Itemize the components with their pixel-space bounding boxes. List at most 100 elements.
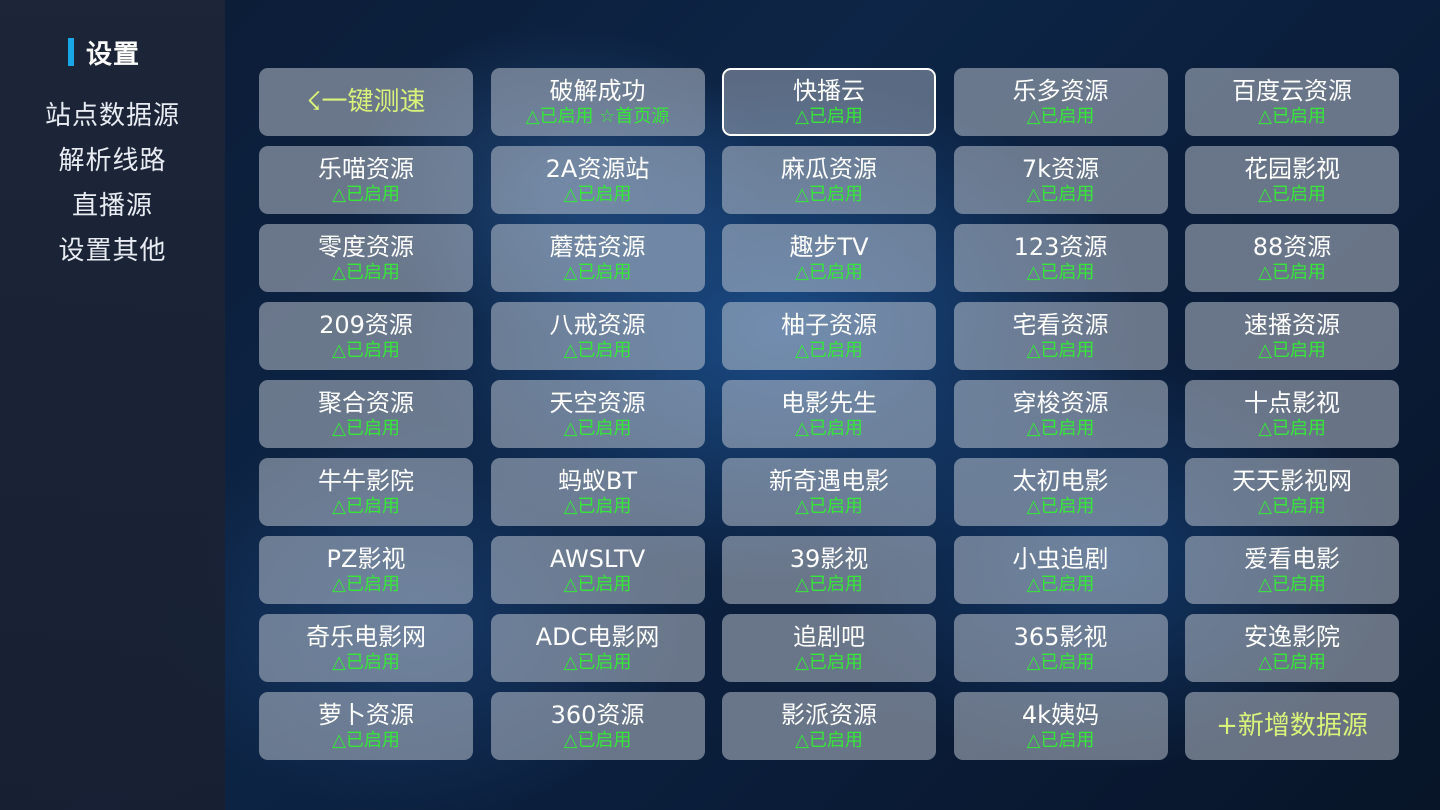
source-name: 乐多资源 — [1012, 77, 1109, 105]
source-tile[interactable]: 电影先生 △已启用 — [722, 380, 936, 448]
source-tile[interactable]: ADC电影网 △已启用 — [490, 614, 705, 682]
source-tile[interactable]: 穿梭资源 △已启用 — [953, 380, 1168, 448]
source-tile[interactable]: 爱看电影 △已启用 — [1185, 536, 1399, 604]
source-name: 乐喵资源 — [318, 155, 414, 183]
source-tile[interactable]: 速播资源 △已启用 — [1185, 302, 1399, 370]
source-tile[interactable]: 天天影视网 △已启用 — [1185, 458, 1399, 526]
source-name: 360资源 — [550, 701, 645, 729]
add-source-button[interactable]: +新增数据源 — [1185, 692, 1399, 760]
source-tile[interactable]: 365影视 △已启用 — [953, 614, 1168, 682]
sidebar: 设置 站点数据源 解析线路 直播源 设置其他 — [0, 0, 225, 810]
sidebar-item-live-sources[interactable]: 直播源 — [0, 184, 225, 229]
source-tile[interactable]: AWSLTV △已启用 — [490, 536, 705, 604]
source-status: △已启用 — [332, 184, 400, 205]
source-name: 八戒资源 — [549, 311, 646, 339]
source-status: △已启用 — [1258, 106, 1326, 127]
source-tile[interactable]: 2A资源站 △已启用 — [490, 146, 705, 214]
source-tile[interactable]: 小虫追剧 △已启用 — [953, 536, 1168, 604]
source-status: △已启用 — [332, 262, 400, 283]
source-name: 2A资源站 — [545, 155, 650, 183]
source-tile[interactable]: 十点影视 △已启用 — [1185, 380, 1399, 448]
source-status: △已启用 — [1026, 652, 1095, 673]
source-status: △已启用 — [332, 340, 400, 361]
speed-test-button[interactable]: ☇一键测速 — [259, 68, 473, 136]
source-tile[interactable]: 零度资源 △已启用 — [259, 224, 473, 292]
source-status: △已启用 — [1258, 574, 1326, 595]
source-tile[interactable]: 花园影视 △已启用 — [1185, 146, 1399, 214]
source-tile[interactable]: 萝卜资源 △已启用 — [259, 692, 473, 760]
source-status: △已启用 — [563, 652, 632, 673]
sidebar-item-parse-lines[interactable]: 解析线路 — [0, 139, 225, 184]
source-status: △已启用 — [1026, 574, 1095, 595]
source-name: 萝卜资源 — [318, 701, 414, 729]
source-status: △已启用 — [795, 496, 863, 517]
sidebar-item-other-settings[interactable]: 设置其他 — [0, 229, 225, 274]
source-status: △已启用 — [563, 262, 632, 283]
source-status: △已启用 — [795, 574, 863, 595]
settings-title: 设置 — [68, 36, 140, 70]
source-tile-focused[interactable]: 快播云 △已启用 — [722, 68, 936, 136]
source-tile[interactable]: 追剧吧 △已启用 — [722, 614, 936, 682]
source-name: 太初电影 — [1012, 467, 1109, 495]
source-name: 宅看资源 — [1012, 311, 1109, 339]
source-tile[interactable]: 百度云资源 △已启用 — [1185, 68, 1399, 136]
source-name: 爱看电影 — [1244, 545, 1340, 573]
source-name: 零度资源 — [318, 233, 414, 261]
source-tile[interactable]: 蘑菇资源 △已启用 — [490, 224, 705, 292]
source-name: 4k姨妈 — [1021, 701, 1100, 729]
source-tile[interactable]: 4k姨妈 △已启用 — [953, 692, 1168, 760]
source-tile[interactable]: 123资源 △已启用 — [953, 224, 1168, 292]
source-status: △已启用 — [795, 418, 863, 439]
source-tile[interactable]: 乐喵资源 △已启用 — [259, 146, 473, 214]
speed-test-label: ☇一键测速 — [306, 87, 426, 117]
source-tile[interactable]: 7k资源 △已启用 — [953, 146, 1168, 214]
source-name: 小虫追剧 — [1012, 545, 1109, 573]
source-tile[interactable]: 八戒资源 △已启用 — [490, 302, 705, 370]
sidebar-item-site-sources[interactable]: 站点数据源 — [0, 94, 225, 139]
source-tile[interactable]: PZ影视 △已启用 — [259, 536, 473, 604]
source-status: △已启用 — [563, 418, 632, 439]
source-tile[interactable]: 影派资源 △已启用 — [722, 692, 936, 760]
source-status: △已启用 — [795, 340, 863, 361]
source-name: 破解成功 — [549, 77, 646, 105]
add-source-label: +新增数据源 — [1216, 711, 1368, 741]
source-tile[interactable]: 麻瓜资源 △已启用 — [722, 146, 936, 214]
source-name: 123资源 — [1013, 233, 1108, 261]
source-status: △已启用 — [1026, 262, 1095, 283]
source-tile[interactable]: 天空资源 △已启用 — [490, 380, 705, 448]
source-tile[interactable]: 太初电影 △已启用 — [953, 458, 1168, 526]
source-name: 蘑菇资源 — [549, 233, 646, 261]
source-name: 奇乐电影网 — [306, 623, 426, 651]
source-tile[interactable]: 奇乐电影网 △已启用 — [259, 614, 473, 682]
source-status: △已启用 — [1258, 184, 1326, 205]
source-tile[interactable]: 牛牛影院 △已启用 — [259, 458, 473, 526]
source-tile[interactable]: 39影视 △已启用 — [722, 536, 936, 604]
source-tile[interactable]: 乐多资源 △已启用 — [953, 68, 1168, 136]
source-name: 十点影视 — [1244, 389, 1340, 417]
source-status: △已启用 — [332, 730, 400, 751]
source-name: 趣步TV — [789, 233, 869, 261]
source-name: 蚂蚁BT — [557, 467, 638, 495]
source-status: △已启用 — [332, 574, 400, 595]
source-name: 花园影视 — [1244, 155, 1340, 183]
source-name: 安逸影院 — [1244, 623, 1340, 651]
source-tile[interactable]: 聚合资源 △已启用 — [259, 380, 473, 448]
source-tile[interactable]: 209资源 △已启用 — [259, 302, 473, 370]
source-tile[interactable]: 破解成功 △已启用 ☆首页源 — [490, 68, 705, 136]
source-name: 新奇遇电影 — [769, 467, 889, 495]
source-status: △已启用 — [563, 730, 632, 751]
source-tile[interactable]: 安逸影院 △已启用 — [1185, 614, 1399, 682]
source-tile[interactable]: 360资源 △已启用 — [490, 692, 705, 760]
source-status: △已启用 — [1258, 652, 1326, 673]
source-tile[interactable]: 柚子资源 △已启用 — [722, 302, 936, 370]
source-status: △已启用 — [1258, 418, 1326, 439]
source-tile[interactable]: 趣步TV △已启用 — [722, 224, 936, 292]
source-tile[interactable]: 新奇遇电影 △已启用 — [722, 458, 936, 526]
source-tile[interactable]: 88资源 △已启用 — [1185, 224, 1399, 292]
source-status: △已启用 — [332, 418, 400, 439]
source-name: AWSLTV — [549, 545, 646, 573]
source-name: 天空资源 — [549, 389, 646, 417]
source-tile[interactable]: 宅看资源 △已启用 — [953, 302, 1168, 370]
source-tile[interactable]: 蚂蚁BT △已启用 — [490, 458, 705, 526]
source-name: 7k资源 — [1021, 155, 1100, 183]
